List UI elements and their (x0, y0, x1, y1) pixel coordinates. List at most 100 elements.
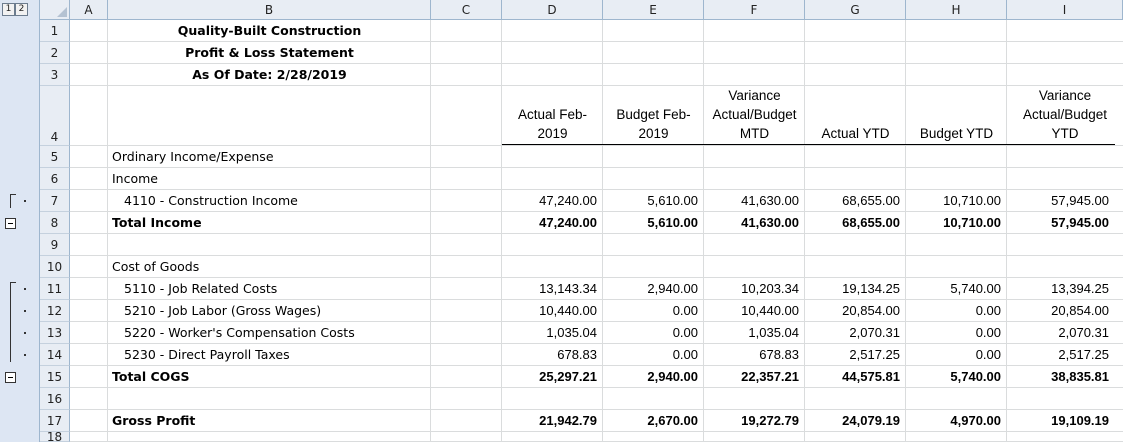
value-cell-h[interactable]: 0.00 (906, 344, 1001, 366)
value-cell-f[interactable]: 41,630.00 (704, 190, 799, 212)
value-cell-h[interactable]: 5,740.00 (906, 366, 1001, 388)
value-cell-f[interactable]: 41,630.00 (704, 212, 799, 234)
line-label[interactable]: Total COGS (112, 366, 190, 388)
value-cell-d[interactable]: 1,035.04 (502, 322, 597, 344)
line-label[interactable]: 5210 - Job Labor (Gross Wages) (124, 300, 321, 322)
value-cell-e[interactable]: 2,670.00 (603, 410, 698, 432)
line-label[interactable]: 5230 - Direct Payroll Taxes (124, 344, 290, 366)
value-cell-g[interactable]: 68,655.00 (805, 212, 900, 234)
column-header-d[interactable]: D (502, 0, 603, 20)
row-header-12[interactable]: 12 (40, 300, 70, 322)
column-heading-g[interactable]: Actual YTD (805, 124, 906, 143)
column-heading-e[interactable]: Budget Feb- 2019 (603, 105, 704, 143)
value-cell-h[interactable]: 10,710.00 (906, 212, 1001, 234)
column-heading-i[interactable]: Variance Actual/Budget YTD (1007, 86, 1123, 143)
line-label[interactable]: 5220 - Worker's Compensation Costs (124, 322, 355, 344)
row-header-3[interactable]: 3 (40, 64, 70, 86)
line-label[interactable]: 4110 - Construction Income (124, 190, 298, 212)
value-cell-d[interactable]: 47,240.00 (502, 190, 597, 212)
row-header-9[interactable]: 9 (40, 234, 70, 256)
value-cell-i[interactable]: 19,109.19 (1007, 410, 1109, 432)
value-cell-g[interactable]: 68,655.00 (805, 190, 900, 212)
value-cell-i[interactable]: 13,394.25 (1007, 278, 1109, 300)
line-label[interactable]: Income (112, 168, 158, 190)
value-cell-e[interactable]: 2,940.00 (603, 366, 698, 388)
value-cell-d[interactable]: 678.83 (502, 344, 597, 366)
value-cell-e[interactable]: 0.00 (603, 344, 698, 366)
row-header-2[interactable]: 2 (40, 42, 70, 64)
line-label[interactable]: Ordinary Income/Expense (112, 146, 274, 168)
column-heading-d[interactable]: Actual Feb- 2019 (502, 105, 603, 143)
column-header-e[interactable]: E (603, 0, 704, 20)
column-header-h[interactable]: H (906, 0, 1007, 20)
row-header-5[interactable]: 5 (40, 146, 70, 168)
column-heading-f[interactable]: Variance Actual/Budget MTD (704, 86, 805, 143)
value-cell-d[interactable]: 47,240.00 (502, 212, 597, 234)
column-heading-h[interactable]: Budget YTD (906, 124, 1007, 143)
column-header-g[interactable]: G (805, 0, 906, 20)
value-cell-i[interactable]: 57,945.00 (1007, 190, 1109, 212)
value-cell-e[interactable]: 2,940.00 (603, 278, 698, 300)
outline-level-2-button[interactable]: 2 (15, 3, 28, 16)
select-all-corner[interactable] (40, 0, 70, 20)
row-header-6[interactable]: 6 (40, 168, 70, 190)
value-cell-f[interactable]: 1,035.04 (704, 322, 799, 344)
row-header-10[interactable]: 10 (40, 256, 70, 278)
spreadsheet[interactable]: 12 A B C D E F G H I 1 2 3 4 5 6 7 8 9 10 11 12 13 14 15 16 17 18 Q… (0, 0, 1123, 442)
line-label[interactable]: Gross Profit (112, 410, 195, 432)
report-company-name[interactable]: Quality-Built Construction (108, 20, 431, 42)
row-header-4[interactable]: 4 (40, 86, 70, 146)
value-cell-i[interactable]: 38,835.81 (1007, 366, 1109, 388)
value-cell-f[interactable]: 19,272.79 (704, 410, 799, 432)
value-cell-h[interactable]: 10,710.00 (906, 190, 1001, 212)
value-cell-g[interactable]: 2,070.31 (805, 322, 900, 344)
value-cell-g[interactable]: 44,575.81 (805, 366, 900, 388)
value-cell-i[interactable]: 57,945.00 (1007, 212, 1109, 234)
value-cell-h[interactable]: 0.00 (906, 300, 1001, 322)
row-header-7[interactable]: 7 (40, 190, 70, 212)
value-cell-e[interactable]: 5,610.00 (603, 190, 698, 212)
value-cell-i[interactable]: 20,854.00 (1007, 300, 1109, 322)
value-cell-d[interactable]: 25,297.21 (502, 366, 597, 388)
line-label[interactable]: 5110 - Job Related Costs (124, 278, 277, 300)
row-header-18[interactable]: 18 (40, 431, 70, 442)
column-header-c[interactable]: C (431, 0, 502, 20)
value-cell-h[interactable]: 4,970.00 (906, 410, 1001, 432)
row-header-8[interactable]: 8 (40, 212, 70, 234)
value-cell-g[interactable]: 24,079.19 (805, 410, 900, 432)
value-cell-g[interactable]: 20,854.00 (805, 300, 900, 322)
value-cell-f[interactable]: 22,357.21 (704, 366, 799, 388)
value-cell-g[interactable]: 2,517.25 (805, 344, 900, 366)
collapse-group-button[interactable] (5, 217, 16, 229)
column-header-a[interactable]: A (70, 0, 108, 20)
value-cell-d[interactable]: 21,942.79 (502, 410, 597, 432)
row-header-13[interactable]: 13 (40, 322, 70, 344)
row-header-17[interactable]: 17 (40, 410, 70, 432)
value-cell-d[interactable]: 13,143.34 (502, 278, 597, 300)
report-title[interactable]: Profit & Loss Statement (108, 42, 431, 64)
value-cell-e[interactable]: 0.00 (603, 322, 698, 344)
value-cell-f[interactable]: 678.83 (704, 344, 799, 366)
outline-level-1-button[interactable]: 1 (2, 3, 15, 16)
line-label[interactable]: Cost of Goods (112, 256, 199, 278)
row-header-11[interactable]: 11 (40, 278, 70, 300)
row-header-14[interactable]: 14 (40, 344, 70, 366)
value-cell-d[interactable]: 10,440.00 (502, 300, 597, 322)
report-as-of-date[interactable]: As Of Date: 2/28/2019 (108, 64, 431, 86)
value-cell-f[interactable]: 10,440.00 (704, 300, 799, 322)
collapse-group-button[interactable] (5, 371, 16, 383)
value-cell-e[interactable]: 0.00 (603, 300, 698, 322)
column-header-b[interactable]: B (108, 0, 431, 20)
row-header-1[interactable]: 1 (40, 20, 70, 42)
column-header-i[interactable]: I (1007, 0, 1123, 20)
row-header-16[interactable]: 16 (40, 388, 70, 410)
line-label[interactable]: Total Income (112, 212, 202, 234)
row-header-15[interactable]: 15 (40, 366, 70, 388)
value-cell-g[interactable]: 19,134.25 (805, 278, 900, 300)
value-cell-i[interactable]: 2,517.25 (1007, 344, 1109, 366)
value-cell-e[interactable]: 5,610.00 (603, 212, 698, 234)
value-cell-h[interactable]: 5,740.00 (906, 278, 1001, 300)
value-cell-f[interactable]: 10,203.34 (704, 278, 799, 300)
value-cell-i[interactable]: 2,070.31 (1007, 322, 1109, 344)
column-header-f[interactable]: F (704, 0, 805, 20)
